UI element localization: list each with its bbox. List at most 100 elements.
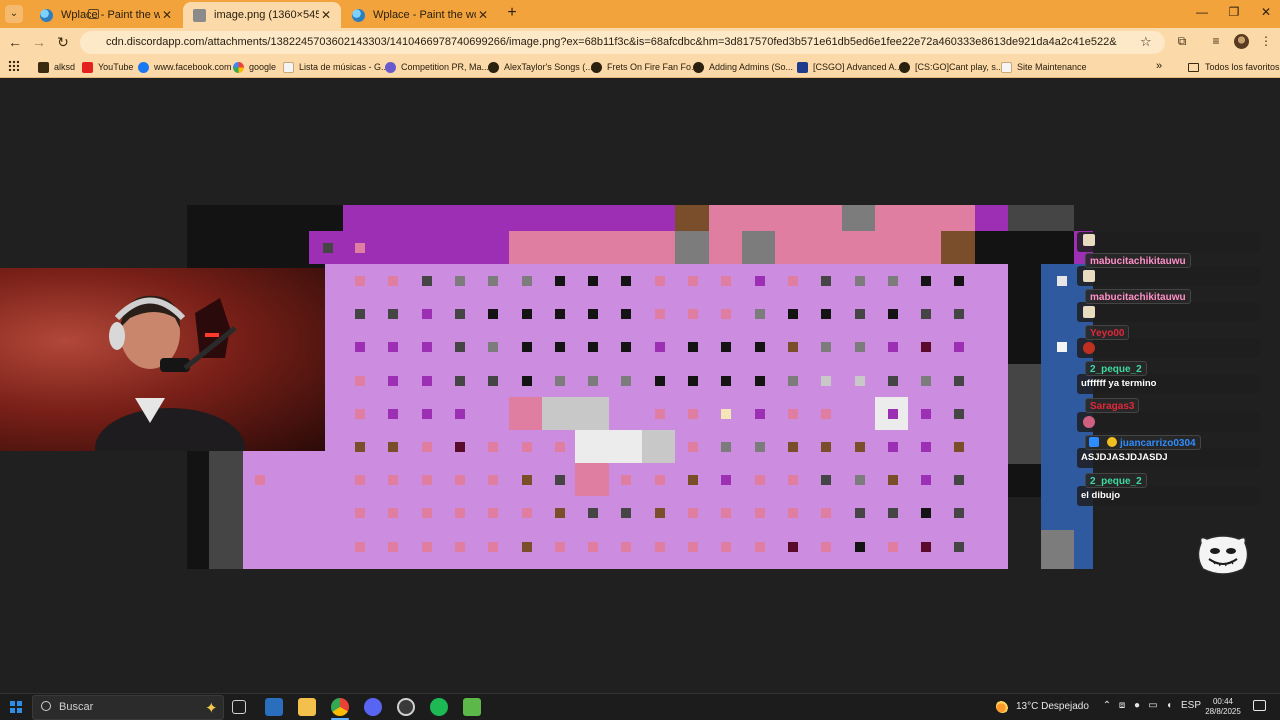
pixel-dot (521, 375, 532, 386)
tray-chevron-icon[interactable]: ⌃ (1100, 700, 1114, 711)
pixel-dot (388, 375, 399, 386)
pixel-dot (921, 276, 932, 286)
folder-icon (1188, 62, 1199, 72)
search-icon (41, 701, 51, 711)
pixel-dot (654, 541, 665, 552)
pixel-dot (954, 276, 965, 286)
obs-icon[interactable] (397, 698, 415, 716)
minimize-button[interactable]: — (1192, 5, 1212, 19)
pixel-dot (754, 309, 765, 320)
profile-avatar[interactable] (1234, 34, 1249, 49)
bookmark-label: [CSGO] Advanced A... (813, 62, 903, 72)
minecraft-icon[interactable] (463, 698, 481, 716)
media-controls-icon[interactable]: ≡ (1209, 34, 1223, 48)
address-bar[interactable]: cdn.discordapp.com/attachments/138224570… (80, 31, 1165, 54)
task-view-icon[interactable] (232, 700, 246, 714)
pixel-dot (388, 508, 399, 519)
pixel-dot (721, 442, 732, 452)
volume-icon[interactable]: ◖ (1162, 700, 1176, 711)
spotify-icon[interactable] (430, 698, 448, 716)
close-icon[interactable]: ✕ (319, 8, 333, 22)
pixel-dot (588, 309, 599, 320)
site-info-icon[interactable] (88, 9, 99, 19)
pixel-dot (355, 309, 365, 320)
calculator-icon[interactable] (265, 698, 283, 716)
new-tab-button[interactable]: + (503, 4, 521, 22)
taskbar-search[interactable]: Buscar ✦ (32, 695, 224, 720)
extensions-icon[interactable]: ⧉ (1175, 34, 1189, 48)
bookmark-item[interactable]: Competition PR, Ma... (385, 59, 489, 75)
bookmark-item[interactable]: Frets On Fire Fan Fo... (591, 59, 699, 75)
pixel-dot (355, 541, 365, 552)
discord-icon[interactable] (364, 698, 382, 716)
all-bookmarks-folder[interactable]: Todos los favoritos (1188, 59, 1280, 75)
chrome-icon[interactable] (331, 698, 349, 716)
start-button[interactable] (10, 701, 22, 713)
weather-widget[interactable]: 13°C Despejado (996, 700, 1089, 713)
pixel-dot (521, 541, 532, 552)
restore-button[interactable]: ❐ (1224, 5, 1244, 19)
pixel-dot (921, 475, 932, 486)
streamer-figure (95, 295, 245, 451)
pixel-dot (887, 276, 898, 286)
bookmark-item[interactable]: Adding Admins (So... (693, 59, 793, 75)
chat-row: ASJDJASJDJASDJ (1077, 448, 1260, 468)
forward-button[interactable]: → (30, 34, 48, 50)
language-indicator[interactable]: ESP (1180, 700, 1202, 711)
user-avatar (1083, 306, 1095, 318)
bookmark-item[interactable]: [CSGO] Advanced A... (797, 59, 902, 75)
chat-username: Yeyo00 (1085, 325, 1130, 340)
pixel-dot (854, 475, 865, 486)
file-explorer-icon[interactable] (298, 698, 316, 716)
tab-search-button[interactable]: ⌄ (5, 5, 23, 23)
pixel-dot (454, 475, 465, 486)
network-icon[interactable]: ▭ (1146, 700, 1160, 711)
bookmark-star-icon[interactable]: ☆ (1140, 34, 1152, 50)
pixel-dot (554, 442, 565, 452)
pixel-dot (821, 309, 832, 320)
webcam-overlay (0, 268, 325, 451)
close-icon[interactable]: ✕ (476, 8, 490, 22)
pixel-dot (621, 475, 632, 486)
microphone-icon[interactable]: ● (1130, 700, 1144, 711)
bookmark-item[interactable]: alksd (38, 59, 75, 75)
menu-kebab-icon[interactable]: ⋮ (1259, 34, 1273, 48)
pixel-dot (821, 375, 832, 386)
notification-icon[interactable] (1253, 700, 1266, 711)
tab-wplace-2[interactable]: Wplace - Paint the world ✕ (342, 2, 498, 28)
badge-icon (1107, 437, 1117, 447)
bookmark-item[interactable]: www.facebook.com (138, 59, 232, 75)
back-button[interactable]: ← (6, 34, 24, 50)
pixel-dot (688, 442, 698, 452)
bookmark-item[interactable]: AlexTaylor's Songs (... (488, 59, 593, 75)
pixel-dot (954, 408, 965, 419)
chat-message: ASJDJASJDJASDJ (1081, 452, 1168, 463)
tab-image[interactable]: image.png (1360×545) ✕ (183, 2, 341, 28)
pixel-dot (954, 375, 965, 386)
pixel-dot (887, 541, 898, 552)
app-tray-icon[interactable]: ⧈ (1115, 700, 1129, 711)
bookmark-item[interactable]: google (233, 59, 276, 75)
bookmark-item[interactable]: Lista de músicas - G... (283, 59, 389, 75)
pixel-dot (954, 342, 965, 353)
apps-grid-icon[interactable] (8, 60, 19, 71)
close-icon[interactable]: ✕ (160, 8, 174, 22)
pixel-dot (688, 541, 698, 552)
pixel-dot (554, 309, 565, 320)
pixel-dot (688, 508, 698, 519)
pixel-dot (355, 276, 365, 286)
reload-button[interactable]: ↻ (54, 34, 72, 50)
pixel-dot (355, 243, 365, 253)
more-bookmarks-chevron-icon[interactable]: » (1156, 60, 1162, 72)
pixel-dot (421, 508, 432, 519)
bookmark-item[interactable]: [CS:GO]Cant play, s... (899, 59, 1003, 75)
bookmark-item[interactable]: Site Maintenance (1001, 59, 1087, 75)
bookmark-item[interactable]: YouTube (82, 59, 133, 75)
tab-wplace-1[interactable]: Wplace - Paint the world ✕ (30, 2, 182, 28)
site-icon (797, 61, 808, 73)
pixel-dot (554, 342, 565, 353)
pixel-dot (754, 475, 765, 486)
system-clock[interactable]: 00:44 28/8/2025 (1200, 697, 1246, 717)
close-window-button[interactable]: ✕ (1256, 5, 1276, 19)
pixel-dot (654, 375, 665, 386)
